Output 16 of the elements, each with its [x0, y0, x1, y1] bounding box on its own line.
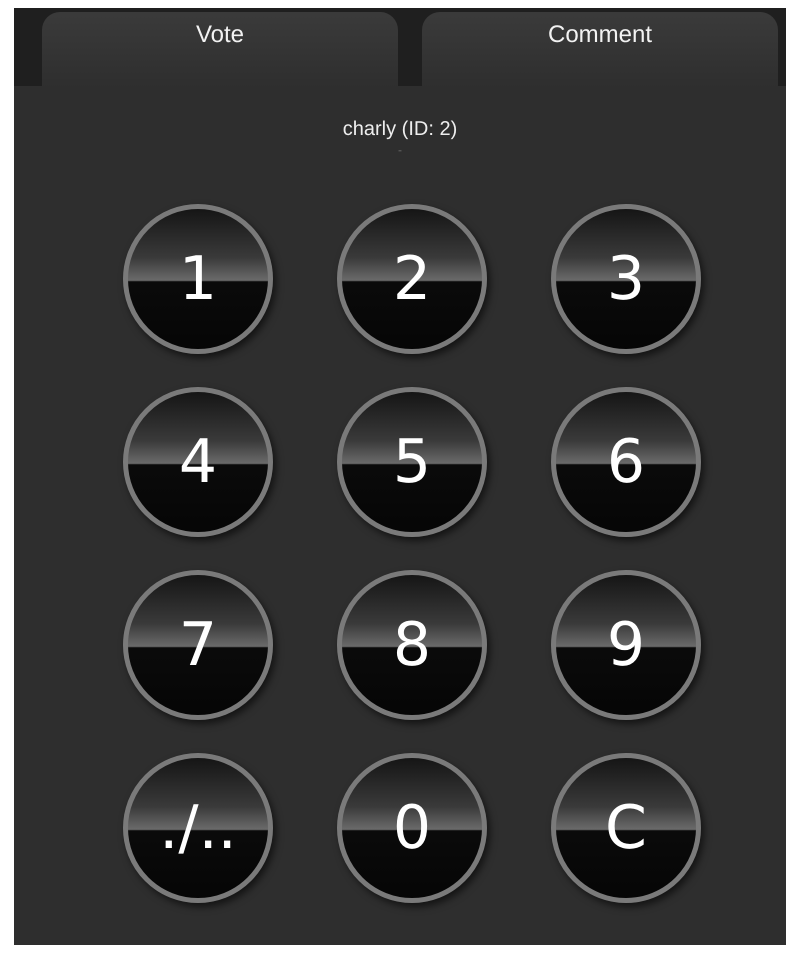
- keypad-key[interactable]: 5: [337, 387, 487, 537]
- keypad-key[interactable]: 6: [551, 387, 701, 537]
- keypad-key[interactable]: 1: [123, 204, 273, 354]
- keypad-key[interactable]: 9: [551, 570, 701, 720]
- keypad-key[interactable]: 0: [337, 753, 487, 903]
- status-text: -: [398, 143, 402, 157]
- keypad-key[interactable]: 4: [123, 387, 273, 537]
- keypad-key[interactable]: C: [551, 753, 701, 903]
- keypad-key[interactable]: ./..: [123, 753, 273, 903]
- user-label: charly (ID: 2): [342, 117, 458, 141]
- keypad-key[interactable]: 3: [551, 204, 701, 354]
- keypad-key[interactable]: 2: [337, 204, 487, 354]
- keypad-key[interactable]: 7: [123, 570, 273, 720]
- tab[interactable]: Vote: [42, 12, 398, 86]
- keypad-key[interactable]: 8: [337, 570, 487, 720]
- tab[interactable]: Comment: [422, 12, 778, 86]
